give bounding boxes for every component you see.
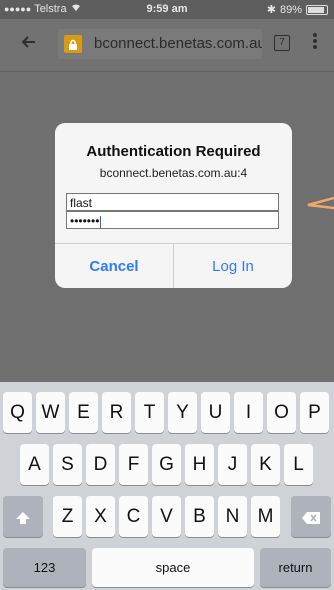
key-a[interactable]: A bbox=[20, 444, 49, 485]
pointer-arrow-icon bbox=[306, 196, 334, 215]
space-key[interactable]: space bbox=[92, 548, 254, 587]
auth-dialog: Authentication Required bconnect.benetas… bbox=[55, 123, 292, 288]
url-text: bconnect.benetas.com.au bbox=[94, 35, 262, 52]
tab-switcher-button[interactable]: 7 bbox=[274, 35, 290, 51]
key-l[interactable]: L bbox=[284, 444, 313, 485]
key-c[interactable]: C bbox=[119, 496, 148, 537]
lock-icon bbox=[64, 35, 82, 53]
dialog-title: Authentication Required bbox=[86, 143, 261, 160]
key-w[interactable]: W bbox=[36, 392, 65, 433]
return-key[interactable]: return bbox=[260, 548, 331, 587]
battery-percent: 89% bbox=[279, 3, 302, 16]
key-g[interactable]: G bbox=[152, 444, 181, 485]
backspace-icon bbox=[302, 511, 320, 524]
key-i[interactable]: I bbox=[234, 392, 263, 433]
shift-icon bbox=[16, 511, 30, 524]
key-r[interactable]: R bbox=[102, 392, 131, 433]
username-value: flast bbox=[70, 196, 93, 210]
dialog-host: bconnect.benetas.com.au:4 bbox=[99, 166, 248, 180]
numbers-key[interactable]: 123 bbox=[3, 548, 86, 587]
text-cursor bbox=[100, 215, 102, 228]
key-t[interactable]: T bbox=[135, 392, 164, 433]
key-q[interactable]: Q bbox=[3, 392, 32, 433]
dialog-button-bar: Cancel Log In bbox=[55, 243, 292, 288]
battery-group: ✱ 89% bbox=[267, 3, 328, 16]
keyboard: Q W E R T Y U I O P A S D F G H J K L Z … bbox=[0, 382, 334, 590]
key-s[interactable]: S bbox=[53, 444, 82, 485]
battery-icon bbox=[306, 4, 328, 15]
key-y[interactable]: Y bbox=[168, 392, 197, 433]
delete-key[interactable] bbox=[291, 496, 331, 537]
key-e[interactable]: E bbox=[69, 392, 98, 433]
key-d[interactable]: D bbox=[86, 444, 115, 485]
key-o[interactable]: O bbox=[267, 392, 296, 433]
key-b[interactable]: B bbox=[185, 496, 214, 537]
bluetooth-icon: ✱ bbox=[266, 4, 276, 16]
key-z[interactable]: Z bbox=[53, 496, 82, 537]
browser-toolbar: bconnect.benetas.com.au 7 bbox=[0, 19, 334, 72]
key-p[interactable]: P bbox=[300, 392, 329, 433]
address-bar[interactable]: bconnect.benetas.com.au bbox=[58, 29, 262, 59]
key-m[interactable]: M bbox=[251, 496, 280, 537]
key-u[interactable]: U bbox=[201, 392, 230, 433]
key-h[interactable]: H bbox=[185, 444, 214, 485]
key-n[interactable]: N bbox=[218, 496, 247, 537]
key-x[interactable]: X bbox=[86, 496, 115, 537]
key-f[interactable]: F bbox=[119, 444, 148, 485]
shift-key[interactable] bbox=[3, 496, 43, 537]
status-bar: ●●●●● Telstra 9:59 am ✱ 89% bbox=[0, 0, 334, 19]
cancel-button[interactable]: Cancel bbox=[55, 244, 174, 288]
key-v[interactable]: V bbox=[152, 496, 181, 537]
password-input[interactable]: ••••••• bbox=[66, 211, 279, 229]
login-button[interactable]: Log In bbox=[174, 244, 292, 288]
key-j[interactable]: J bbox=[218, 444, 247, 485]
username-input[interactable]: flast bbox=[66, 193, 279, 211]
password-value: ••••••• bbox=[70, 214, 100, 228]
more-menu-icon[interactable] bbox=[312, 32, 318, 50]
back-arrow-icon[interactable] bbox=[20, 33, 36, 56]
key-k[interactable]: K bbox=[251, 444, 280, 485]
